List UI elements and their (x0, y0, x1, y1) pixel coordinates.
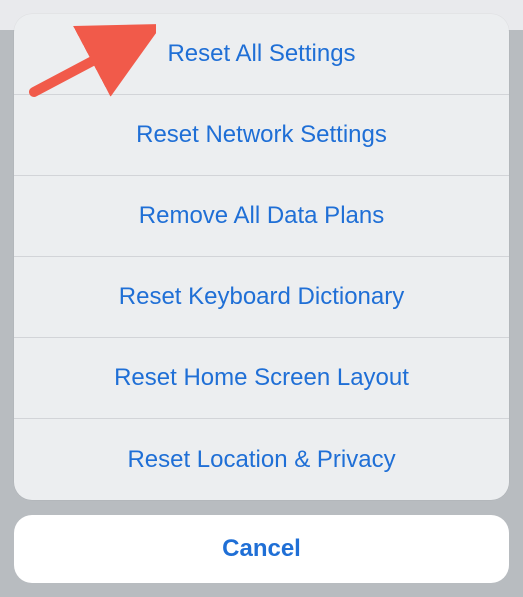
reset-keyboard-dictionary-label: Reset Keyboard Dictionary (119, 283, 404, 311)
cancel-label: Cancel (222, 535, 301, 563)
reset-keyboard-dictionary-button[interactable]: Reset Keyboard Dictionary (14, 257, 509, 338)
reset-location-privacy-button[interactable]: Reset Location & Privacy (14, 419, 509, 500)
reset-network-settings-button[interactable]: Reset Network Settings (14, 95, 509, 176)
reset-location-privacy-label: Reset Location & Privacy (127, 446, 395, 474)
cancel-button[interactable]: Cancel (14, 515, 509, 583)
remove-all-data-plans-label: Remove All Data Plans (139, 202, 384, 230)
reset-all-settings-button[interactable]: Reset All Settings (14, 14, 509, 95)
action-sheet: Reset All Settings Reset Network Setting… (14, 14, 509, 500)
reset-home-screen-layout-button[interactable]: Reset Home Screen Layout (14, 338, 509, 419)
reset-network-settings-label: Reset Network Settings (136, 121, 387, 149)
reset-home-screen-layout-label: Reset Home Screen Layout (114, 364, 409, 392)
remove-all-data-plans-button[interactable]: Remove All Data Plans (14, 176, 509, 257)
reset-all-settings-label: Reset All Settings (167, 40, 355, 68)
